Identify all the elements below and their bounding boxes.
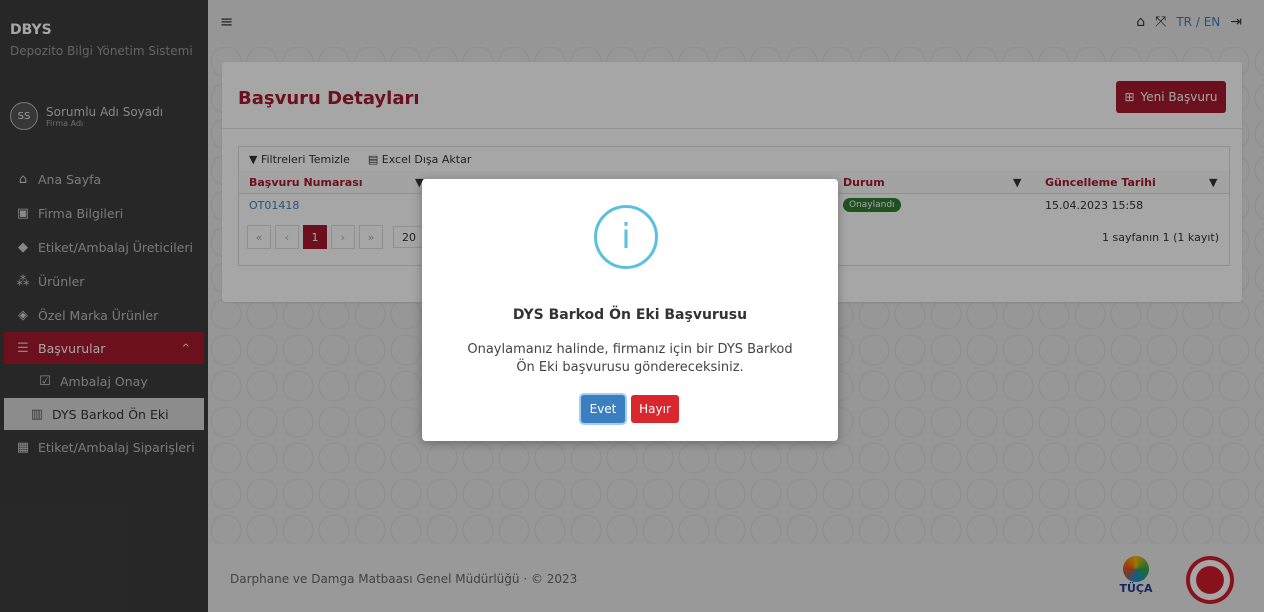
no-button[interactable]: Hayır xyxy=(631,395,679,423)
confirm-dialog: i DYS Barkod Ön Eki Başvurusu Onaylamanı… xyxy=(422,179,838,441)
info-icon: i xyxy=(594,205,658,269)
yes-button[interactable]: Evet xyxy=(581,395,625,423)
dialog-message: Onaylamanız halinde, firmanız için bir D… xyxy=(467,342,793,375)
dialog-title: DYS Barkod Ön Eki Başvurusu xyxy=(512,307,748,323)
dialog-buttons: Evet Hayır xyxy=(422,395,838,423)
